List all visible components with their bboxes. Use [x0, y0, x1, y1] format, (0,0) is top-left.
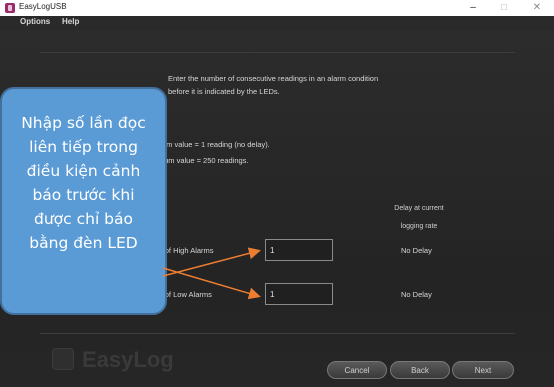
annotation-arrows: [162, 247, 261, 300]
arrow-to-low-alarms: [162, 267, 261, 300]
